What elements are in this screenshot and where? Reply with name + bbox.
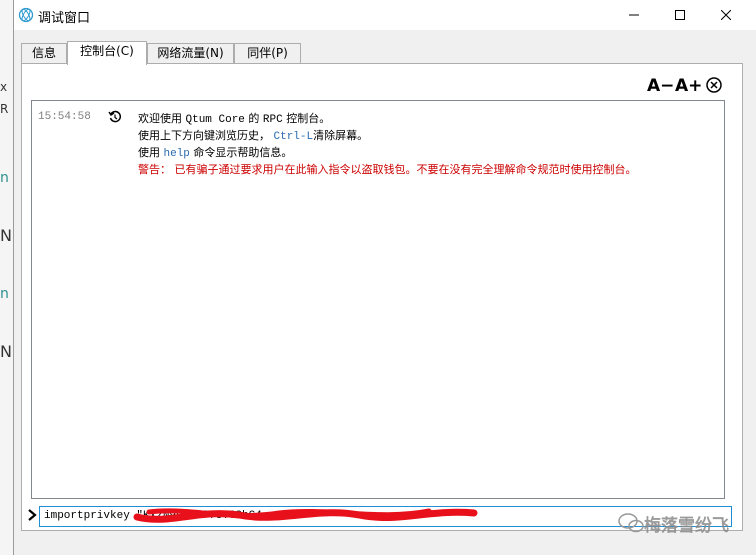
close-icon bbox=[721, 10, 731, 20]
watermark-text: 梅落雪纷飞 bbox=[644, 516, 729, 536]
background-text: N bbox=[0, 226, 12, 245]
history-hint: 使用上下方向键浏览历史， Ctrl-L清除屏幕。 bbox=[138, 129, 369, 143]
prompt-chevron-icon bbox=[28, 509, 37, 521]
help-hint: 使用 help 命令显示帮助信息。 bbox=[138, 146, 293, 160]
clear-icon[interactable] bbox=[705, 76, 723, 94]
close-button[interactable] bbox=[704, 0, 748, 30]
tab-console[interactable]: 控制台(C) bbox=[67, 41, 147, 65]
wechat-watermark-icon bbox=[618, 513, 644, 533]
console-tab-pane: A− A+ 15:54:58 欢迎使用 Qtum Core 的 RPC 控制台。… bbox=[21, 63, 743, 531]
tab-info[interactable]: 信息 bbox=[21, 43, 67, 64]
tab-network-traffic[interactable]: 网络流量(N) bbox=[147, 43, 234, 64]
background-text: N bbox=[0, 342, 12, 361]
minimize-button[interactable] bbox=[612, 0, 656, 30]
maximize-icon bbox=[675, 10, 685, 20]
font-smaller-button[interactable]: A− bbox=[647, 76, 674, 96]
welcome-message: 欢迎使用 Qtum Core 的 RPC 控制台。 bbox=[138, 112, 331, 126]
background-text: x bbox=[0, 80, 8, 94]
background-text: R bbox=[0, 102, 9, 116]
console-output[interactable]: 15:54:58 欢迎使用 Qtum Core 的 RPC 控制台。 使用上下方… bbox=[31, 100, 725, 499]
title-bar[interactable]: 调试窗口 bbox=[14, 0, 756, 30]
background-text: n bbox=[0, 170, 9, 186]
qtum-icon bbox=[18, 7, 34, 23]
maximize-button[interactable] bbox=[658, 0, 702, 30]
background-text: n bbox=[0, 286, 9, 302]
tab-peers[interactable]: 同伴(P) bbox=[234, 43, 301, 64]
debug-window: 调试窗口 信息 控制台(C) 网络流量(N) 同伴(P) A− A+ 15:54… bbox=[13, 0, 756, 555]
scam-warning: 警告： 已有骗子通过要求用户在此输入指令以盗取钱包。不要在没有完全理解命令规范时… bbox=[138, 163, 637, 176]
font-larger-button[interactable]: A+ bbox=[675, 76, 702, 96]
background-window: x R n N n N bbox=[0, 0, 14, 555]
window-title: 调试窗口 bbox=[38, 11, 91, 26]
history-icon bbox=[108, 110, 122, 123]
message-timestamp: 15:54:58 bbox=[38, 111, 91, 123]
minimize-icon bbox=[629, 14, 639, 16]
